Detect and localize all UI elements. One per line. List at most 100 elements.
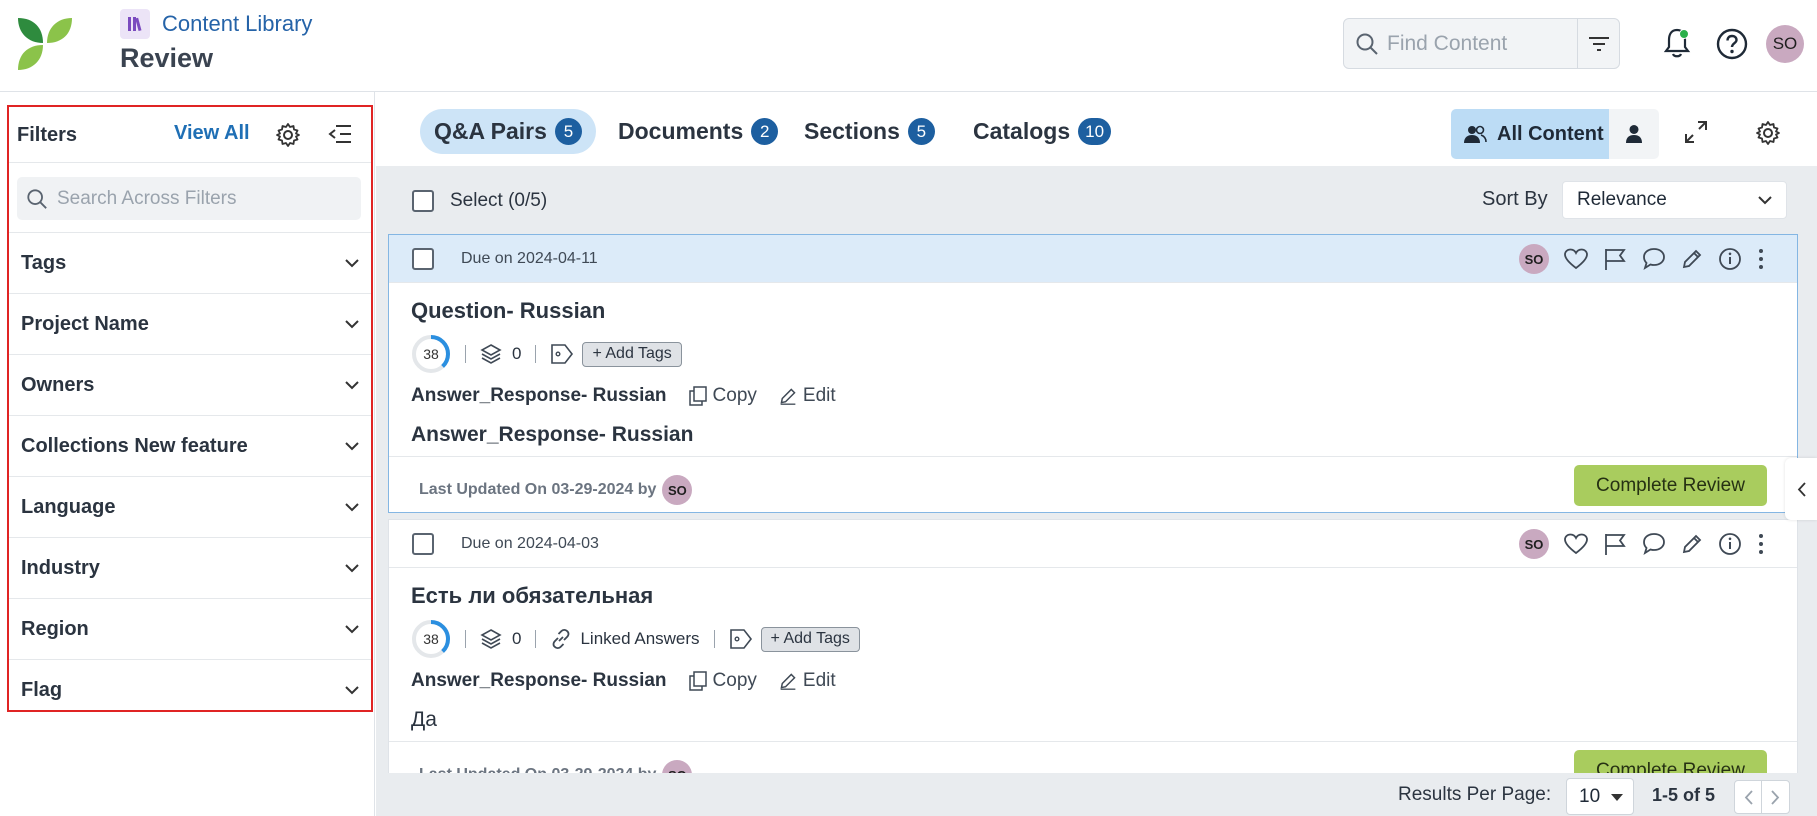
filter-search-input[interactable] bbox=[57, 187, 347, 210]
filter-collections[interactable]: Collections New feature bbox=[9, 415, 371, 476]
heart-icon[interactable] bbox=[1564, 533, 1588, 555]
help-icon[interactable] bbox=[1716, 28, 1748, 60]
sort-select[interactable]: Relevance bbox=[1562, 181, 1787, 219]
app-name[interactable]: Content Library bbox=[162, 11, 312, 37]
question-title[interactable]: Question- Russian bbox=[411, 298, 605, 324]
tab-count-badge: 5 bbox=[554, 118, 582, 145]
gear-icon[interactable] bbox=[275, 122, 301, 148]
sort-value: Relevance bbox=[1577, 189, 1667, 210]
expand-icon[interactable] bbox=[1684, 120, 1708, 144]
copy-button[interactable]: Copy bbox=[688, 385, 757, 407]
right-panel-toggle[interactable] bbox=[1785, 458, 1817, 520]
add-tags-button[interactable]: + Add Tags bbox=[582, 341, 682, 367]
card-checkbox[interactable] bbox=[412, 248, 434, 270]
all-content-button[interactable]: All Content bbox=[1451, 109, 1609, 159]
copy-label: Copy bbox=[712, 385, 757, 406]
search-icon bbox=[27, 188, 47, 209]
tab-count-badge: 2 bbox=[751, 118, 779, 145]
pencil-icon[interactable] bbox=[1681, 248, 1703, 270]
tab-sections[interactable]: Sections 5 bbox=[790, 109, 949, 154]
qa-card: Due on 2024-04-11 SO Question- Russian 3… bbox=[388, 234, 1798, 513]
more-vertical-icon[interactable] bbox=[1757, 533, 1765, 555]
top-header: Content Library Review SO bbox=[0, 0, 1817, 92]
flag-icon[interactable] bbox=[1603, 247, 1627, 271]
filter-icon bbox=[1589, 36, 1609, 51]
more-vertical-icon[interactable] bbox=[1757, 248, 1765, 270]
layers-icon bbox=[480, 344, 502, 364]
filter-search bbox=[17, 177, 361, 220]
question-title[interactable]: Есть ли обязательная bbox=[411, 583, 653, 609]
user-icon bbox=[1626, 125, 1642, 143]
edit-button[interactable]: Edit bbox=[779, 385, 836, 407]
find-content-search bbox=[1343, 18, 1620, 69]
filter-language[interactable]: Language bbox=[9, 476, 371, 537]
content-tabs: Q&A Pairs 5 Documents 2 Sections 5 Catalogs… bbox=[376, 92, 1817, 166]
filter-label: Collections New feature bbox=[21, 434, 248, 457]
filter-owners[interactable]: Owners bbox=[9, 354, 371, 415]
results-per-page-select[interactable]: 10 bbox=[1566, 778, 1634, 815]
filter-label: Project Name bbox=[21, 312, 149, 335]
complete-review-button[interactable]: Complete Review bbox=[1574, 465, 1767, 506]
divider bbox=[465, 630, 466, 648]
gear-icon[interactable] bbox=[1755, 120, 1781, 146]
find-content-input[interactable] bbox=[1387, 31, 1573, 56]
tab-catalogs[interactable]: Catalogs 10 bbox=[959, 109, 1125, 154]
divider bbox=[465, 345, 466, 363]
main-content: Q&A Pairs 5 Documents 2 Sections 5 Catalogs… bbox=[376, 92, 1817, 816]
add-tags-button[interactable]: + Add Tags bbox=[760, 626, 860, 652]
tab-label: Sections bbox=[804, 118, 900, 144]
filter-label: Language bbox=[21, 495, 116, 518]
view-all-link[interactable]: View All bbox=[174, 122, 250, 145]
sort-by-label: Sort By bbox=[1482, 188, 1548, 210]
tag-icon bbox=[729, 629, 752, 649]
edit-button[interactable]: Edit bbox=[779, 670, 836, 692]
linked-answers-link[interactable]: Linked Answers bbox=[580, 629, 699, 649]
tab-documents[interactable]: Documents 2 bbox=[604, 109, 792, 154]
collapse-sidebar-icon[interactable] bbox=[327, 122, 353, 146]
comment-icon[interactable] bbox=[1642, 247, 1666, 271]
info-icon[interactable] bbox=[1718, 532, 1742, 556]
filter-project-name[interactable]: Project Name bbox=[9, 293, 371, 354]
pencil-icon bbox=[780, 673, 796, 690]
filter-industry[interactable]: Industry bbox=[9, 537, 371, 598]
chevron-left-icon bbox=[1797, 481, 1806, 497]
filter-flag[interactable]: Flag bbox=[9, 659, 371, 720]
owner-avatar[interactable]: SO bbox=[1519, 529, 1549, 559]
chevron-down-icon bbox=[345, 319, 359, 328]
tab-qa-pairs[interactable]: Q&A Pairs 5 bbox=[420, 109, 596, 154]
next-page-button[interactable] bbox=[1762, 781, 1789, 813]
comment-icon[interactable] bbox=[1642, 532, 1666, 556]
my-content-button[interactable] bbox=[1609, 109, 1659, 159]
card-checkbox[interactable] bbox=[412, 533, 434, 555]
chevron-right-icon bbox=[1771, 789, 1780, 805]
flag-icon[interactable] bbox=[1603, 532, 1627, 556]
chevron-left-icon bbox=[1744, 789, 1753, 805]
filter-label: Flag bbox=[21, 678, 63, 701]
answer-text: Answer_Response- Russian bbox=[411, 423, 694, 446]
owner-avatar[interactable]: SO bbox=[1519, 244, 1549, 274]
previous-page-button[interactable] bbox=[1735, 781, 1763, 813]
pencil-icon[interactable] bbox=[1681, 533, 1703, 555]
filter-button[interactable] bbox=[1578, 19, 1620, 68]
filter-tags[interactable]: Tags bbox=[9, 232, 371, 293]
heart-icon[interactable] bbox=[1564, 248, 1588, 270]
qa-card: Due on 2024-04-03 SO Есть ли обязательна… bbox=[388, 519, 1798, 816]
per-page-value: 10 bbox=[1579, 785, 1601, 807]
link-icon[interactable] bbox=[550, 628, 572, 650]
filter-region[interactable]: Region bbox=[9, 598, 371, 659]
filter-panel-header: Filters View All bbox=[9, 107, 371, 163]
edit-label: Edit bbox=[802, 385, 836, 406]
select-all-checkbox[interactable] bbox=[412, 190, 434, 212]
logo-icon[interactable] bbox=[16, 16, 74, 72]
updated-by-avatar[interactable]: SO bbox=[662, 475, 693, 505]
user-avatar[interactable]: SO bbox=[1766, 25, 1804, 63]
edit-label: Edit bbox=[802, 670, 836, 691]
copy-button[interactable]: Copy bbox=[688, 670, 757, 692]
answer-text: Да bbox=[411, 708, 437, 731]
results-per-page-label: Results Per Page: bbox=[1398, 784, 1552, 805]
info-icon[interactable] bbox=[1718, 247, 1742, 271]
divider bbox=[713, 630, 715, 648]
filter-label: Industry bbox=[21, 556, 100, 579]
chevron-down-icon bbox=[345, 441, 359, 450]
last-updated-text: Last Updated On 03-29-2024 by bbox=[419, 481, 657, 498]
